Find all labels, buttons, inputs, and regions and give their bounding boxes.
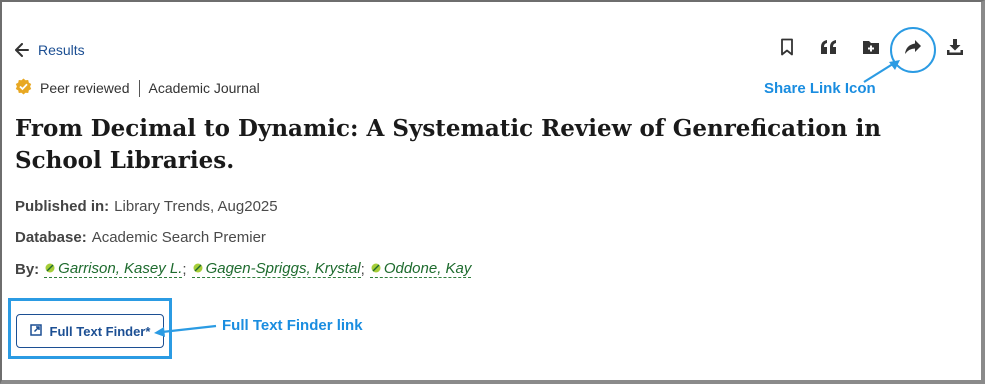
authors-field: By: Garrison, Kasey L. ; Gagen-Spriggs, … [15, 258, 472, 280]
share-annotation-label: Share Link Icon [764, 80, 876, 97]
download-icon [946, 38, 964, 61]
cite-button[interactable] [814, 34, 844, 64]
external-link-icon [29, 323, 42, 339]
back-to-results-link[interactable]: Results [15, 40, 85, 60]
author-separator: ; [360, 260, 365, 278]
publication-type: Academic Journal [148, 80, 260, 96]
orcid-icon [193, 260, 203, 277]
orcid-icon [45, 260, 55, 277]
record-title: From Decimal to Dynamic: A Systematic Re… [15, 115, 881, 174]
back-link-label: Results [38, 42, 85, 58]
peer-reviewed-label: Peer reviewed [40, 80, 130, 96]
author-name: Oddone, Kay [383, 260, 472, 277]
author-name: Gagen-Spriggs, Krystal [205, 260, 361, 277]
peer-reviewed-badge-icon [15, 78, 32, 98]
bookmark-button[interactable] [772, 34, 802, 64]
author-link[interactable]: Garrison, Kasey L. [44, 260, 183, 278]
ftf-annotation-arrow [154, 324, 217, 337]
author-link[interactable]: Oddone, Kay [369, 260, 472, 278]
orcid-icon [371, 260, 381, 277]
published-in-label: Published in: [15, 197, 110, 215]
record-meta: Peer reviewed Academic Journal [15, 78, 260, 98]
author-name: Garrison, Kasey L. [58, 260, 183, 277]
download-button[interactable] [940, 34, 970, 64]
bookmark-icon [780, 38, 794, 61]
full-text-finder-button[interactable]: Full Text Finder* [16, 314, 164, 348]
full-text-finder-label: Full Text Finder* [49, 323, 151, 339]
arrow-left-icon [15, 43, 29, 57]
ftf-annotation-label: Full Text Finder link [222, 317, 363, 334]
author-link[interactable]: Gagen-Spriggs, Krystal [191, 260, 361, 278]
published-in-field: Published in: Library Trends, Aug2025 [15, 195, 278, 217]
published-in-value: Library Trends, Aug2025 [114, 197, 278, 215]
quote-icon [820, 39, 838, 60]
authors-label: By: [15, 260, 40, 278]
database-field: Database: Academic Search Premier [15, 226, 266, 248]
author-separator: ; [182, 260, 187, 278]
database-value: Academic Search Premier [91, 228, 266, 246]
meta-divider [138, 79, 140, 97]
database-label: Database: [15, 228, 87, 246]
